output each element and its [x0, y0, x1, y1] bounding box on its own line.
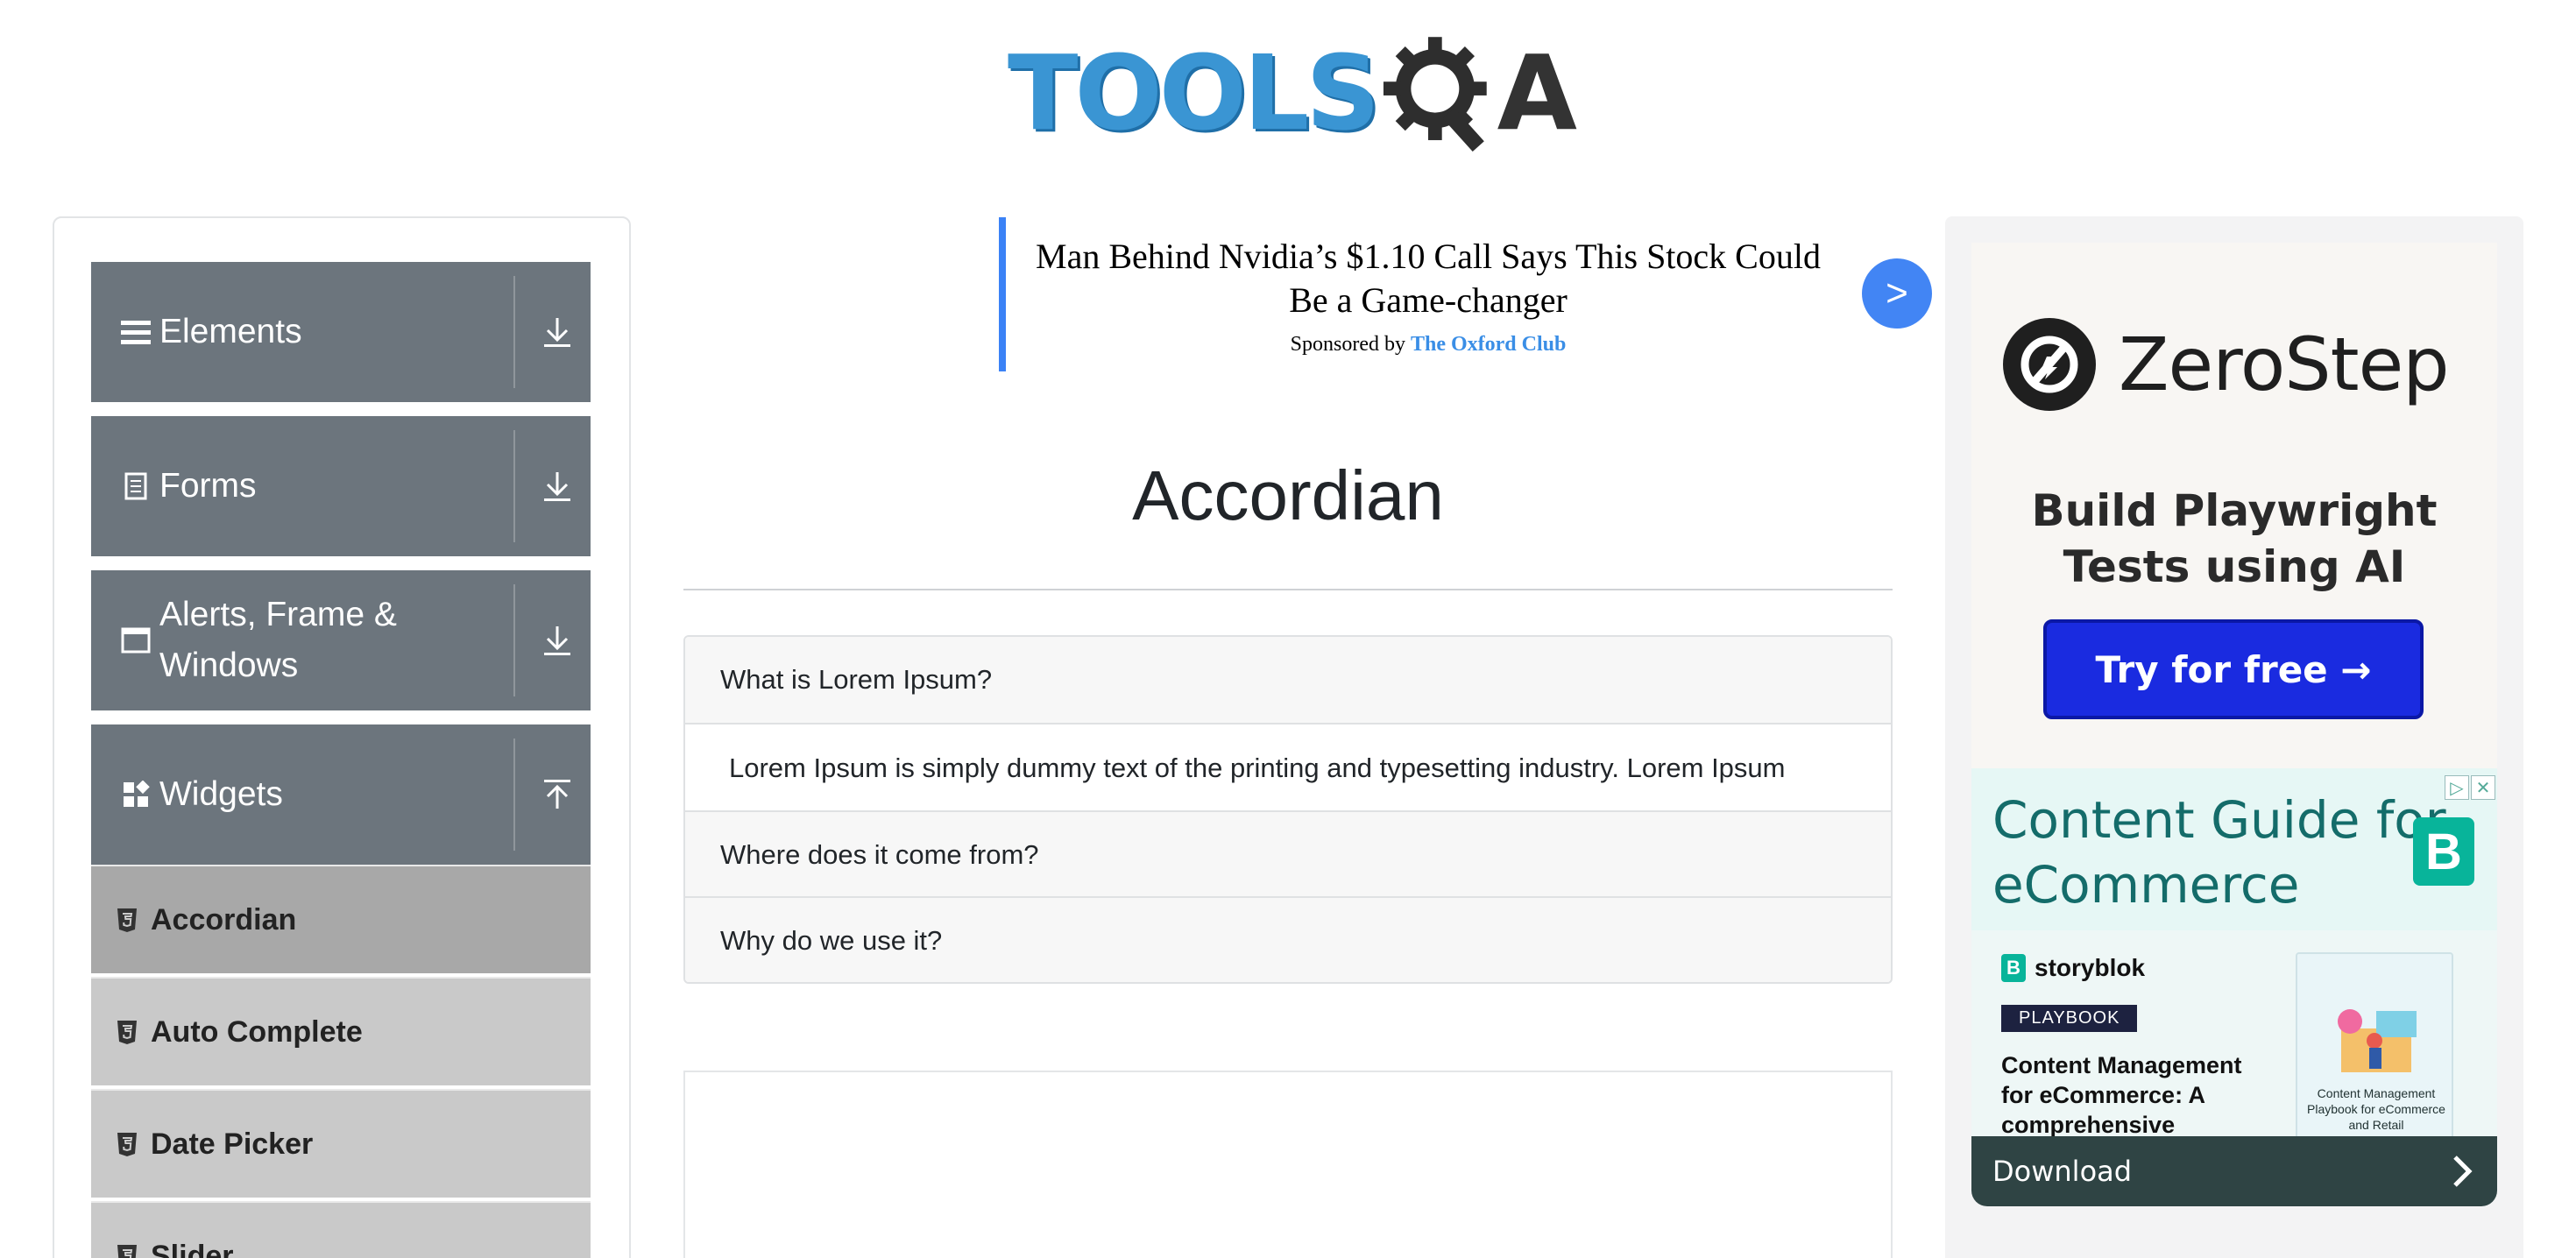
sidebar-group-elements[interactable]: Elements — [91, 262, 591, 402]
window-icon — [121, 625, 151, 655]
divider — [513, 739, 515, 851]
ad-placeholder-box — [683, 1071, 1893, 1258]
illustration-icon — [2338, 1009, 2417, 1072]
sidebar-group-label: Forms — [159, 467, 257, 505]
html5-icon — [117, 1021, 137, 1044]
storyblok-brand: B storyblok — [2001, 954, 2145, 982]
adchoices-icon[interactable]: ▷ — [2445, 775, 2469, 800]
try-for-free-button[interactable]: Try for free → — [2043, 619, 2424, 719]
sidebar-group-label: Elements — [159, 313, 302, 350]
ad-headline[interactable]: Man Behind Nvidia’s $1.10 Call Says This… — [1025, 235, 1831, 322]
sidebar-group-label: Alerts, Frame & Windows — [159, 596, 397, 684]
widgets-icon — [121, 780, 151, 809]
close-icon[interactable]: ✕ — [2471, 775, 2495, 800]
sidebar-item-label: Date Picker — [151, 1127, 314, 1161]
gear-magnifier-icon — [1384, 36, 1488, 152]
sidebar-item-slider[interactable]: Slider — [91, 1201, 591, 1258]
html5-icon — [117, 1245, 137, 1258]
collapse-arrow-icon[interactable] — [540, 777, 575, 812]
zerostep-tagline: Build Playwright Tests using AI — [2031, 485, 2438, 592]
logo-text-a: A — [1497, 32, 1577, 153]
divider — [683, 589, 1893, 590]
sidebar-group-label: Widgets — [159, 775, 283, 813]
divider — [513, 430, 515, 542]
logo-text-tools: TOOLS — [1008, 32, 1380, 153]
playbook-cover-text: Content Management Playbook for eCommerc… — [2307, 1086, 2445, 1132]
sponsored-ad[interactable]: Man Behind Nvidia’s $1.10 Call Says This… — [999, 217, 1932, 371]
html5-icon — [117, 1133, 137, 1156]
ad-sponsor-line: Sponsored by The Oxford Club — [1025, 333, 1831, 357]
expand-arrow-icon[interactable] — [540, 623, 575, 658]
sidebar-item-auto-complete[interactable]: Auto Complete — [91, 977, 591, 1085]
page: TOOLS A Elements Forms Alerts, Frame & W… — [0, 0, 2576, 1258]
sidebar-item-date-picker[interactable]: Date Picker — [91, 1089, 591, 1198]
divider — [513, 276, 515, 388]
divider — [513, 584, 515, 696]
ad-next-button[interactable]: > — [1862, 258, 1932, 329]
sponsored-by-label: Sponsored by — [1290, 333, 1405, 356]
accordion: What is Lorem Ipsum? Lorem Ipsum is simp… — [683, 635, 1893, 984]
ad-choices[interactable]: ▷ ✕ — [2445, 775, 2495, 800]
storyblok-ad[interactable]: Content Guide for eCommerce ▷ ✕ B B stor… — [1971, 768, 2497, 1206]
sidebar-item-label: Auto Complete — [151, 1014, 363, 1049]
right-ad-column: ZeroStep Build Playwright Tests using AI… — [1945, 216, 2523, 1258]
download-label: Download — [1992, 1155, 2133, 1188]
hamburger-icon — [121, 317, 151, 347]
expand-arrow-icon[interactable] — [540, 469, 575, 504]
sidebar-group-forms[interactable]: Forms — [91, 416, 591, 556]
accordion-header-where-does-it-come-from[interactable]: Where does it come from? — [685, 812, 1891, 898]
sidebar-group-widgets[interactable]: Widgets — [91, 724, 591, 865]
toolsqa-logo[interactable]: TOOLS A — [1008, 25, 1577, 160]
playbook-badge: PLAYBOOK — [2001, 1005, 2138, 1032]
left-sidebar: Elements Forms Alerts, Frame & Windows W… — [53, 216, 631, 1258]
download-button[interactable]: Download — [1971, 1136, 2497, 1206]
sidebar-group-alerts[interactable]: Alerts, Frame & Windows — [91, 570, 591, 710]
form-icon — [121, 471, 151, 501]
html5-icon — [117, 908, 137, 932]
page-title: Accordian — [1132, 456, 1444, 534]
accordion-header-what-is-lorem-ipsum[interactable]: What is Lorem Ipsum? — [685, 637, 1891, 723]
storyblok-mark-icon: B — [2001, 954, 2026, 982]
ad-sponsor-name[interactable]: The Oxford Club — [1411, 333, 1566, 356]
accordion-header-why-do-we-use-it[interactable]: Why do we use it? — [685, 898, 1891, 982]
zerostep-name: ZeroStep — [2119, 322, 2450, 407]
sidebar-item-accordian[interactable]: Accordian — [91, 865, 591, 973]
accordion-body-what-is-lorem-ipsum: Lorem Ipsum is simply dummy text of the … — [685, 724, 1891, 812]
ad-accent-bar — [999, 217, 1006, 371]
zerostep-brand: ZeroStep — [2001, 316, 2450, 413]
zerostep-logo-icon — [2003, 318, 2096, 411]
storyblok-logo-icon: B — [2413, 817, 2474, 886]
chevron-right-icon — [2453, 1156, 2473, 1187]
sidebar-item-label: Slider — [151, 1239, 234, 1258]
expand-arrow-icon[interactable] — [540, 314, 575, 350]
storyblok-brand-name: storyblok — [2035, 954, 2146, 981]
sidebar-item-label: Accordian — [151, 902, 297, 936]
